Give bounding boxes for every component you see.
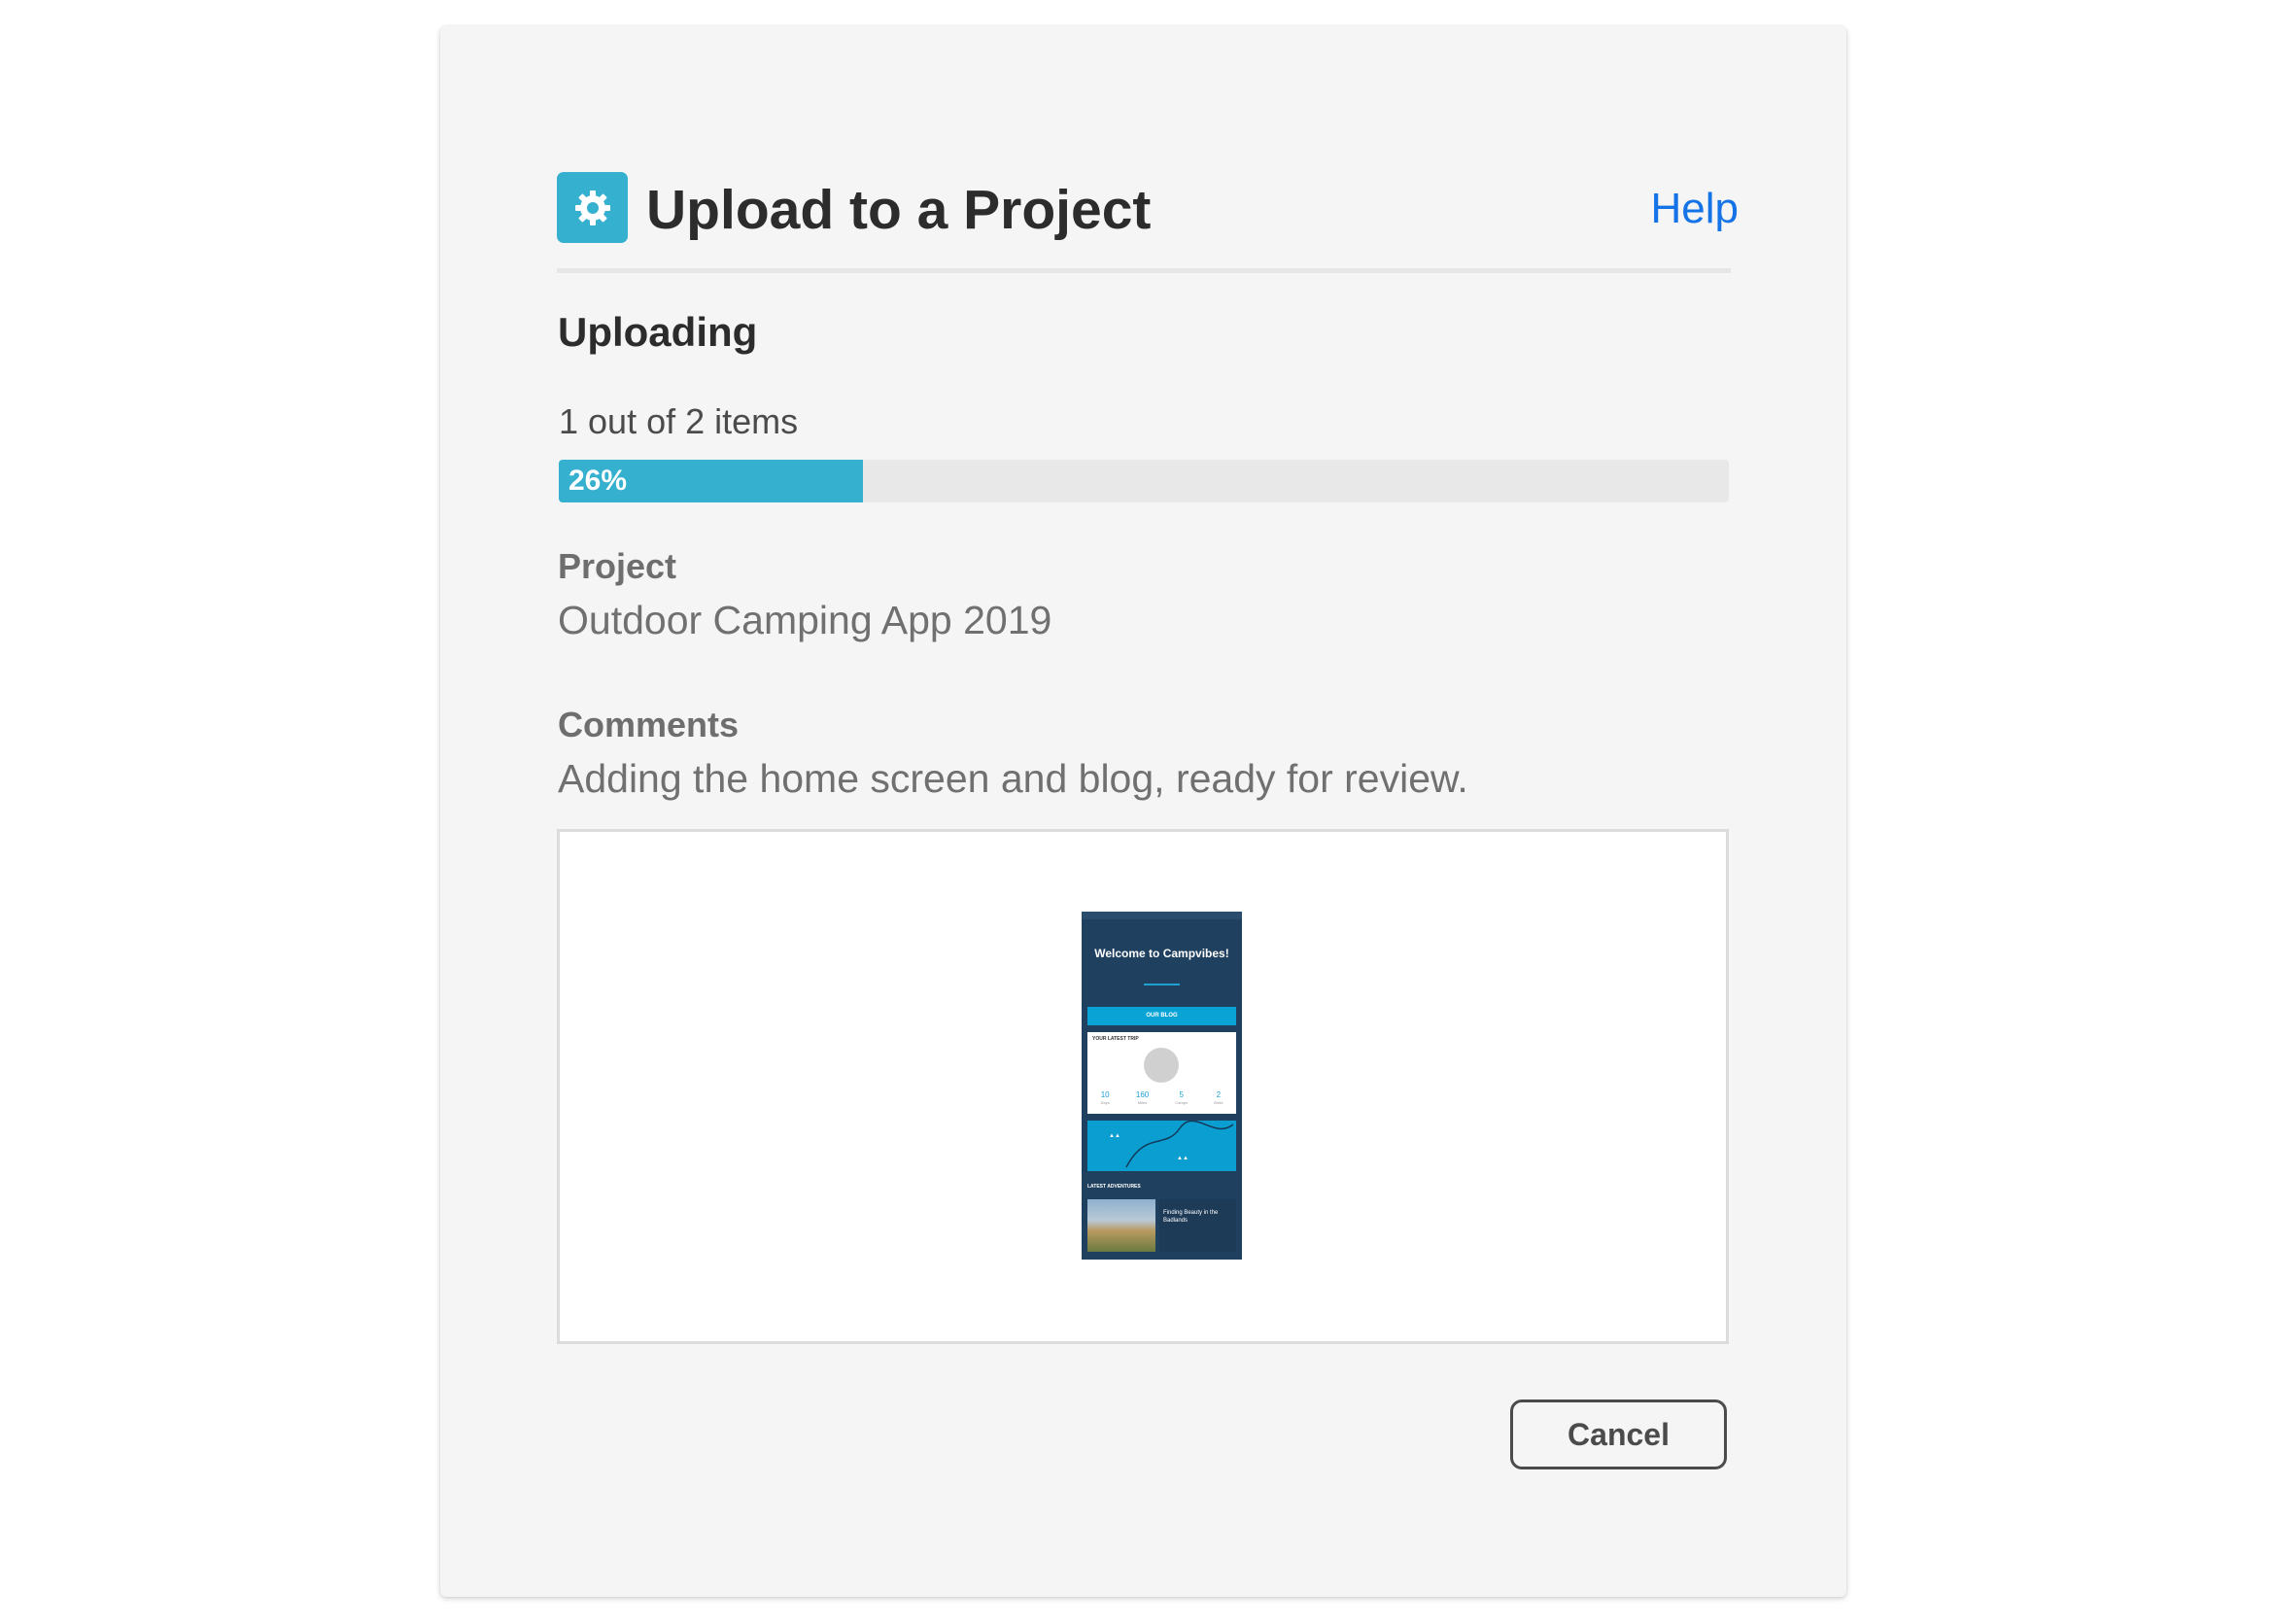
dialog-title: Upload to a Project [646,179,1152,241]
svg-text:▲▲: ▲▲ [1177,1156,1189,1161]
project-label: Project [558,546,677,586]
thumbnail-map: ▲▲ ▲▲ [1087,1120,1236,1171]
thumbnail-stat: 10 Days [1100,1090,1110,1105]
thumbnail-adventure-title: Finding Beauty in the Badlands [1159,1199,1236,1252]
svg-text:▲▲: ▲▲ [1109,1133,1120,1139]
thumbnail-trip-title: YOUR LATEST TRIP [1092,1036,1139,1042]
thumbnail-welcome-text: Welcome to Campvibes! [1094,947,1229,960]
thumbnail-trip-card: YOUR LATEST TRIP 10 Days 160 Miles 5 Camps … [1087,1032,1236,1114]
dialog-header: Upload to a Project Help [557,147,1739,273]
thumbnail-stat: 2 Birds [1214,1090,1223,1105]
uploading-heading: Uploading [558,309,758,355]
thumbnail-trip-stats: 10 Days 160 Miles 5 Camps 2 Birds [1087,1090,1236,1106]
upload-dialog: Upload to a Project Help Uploading 1 out… [440,26,1846,1597]
thumbnail-avatar [1144,1048,1179,1083]
artboard-thumbnail: Welcome to Campvibes! OUR BLOG YOUR LATE… [1082,912,1242,1260]
thumbnail-divider [1144,984,1180,985]
upload-progress-bar: 26% [559,460,1729,502]
thumbnail-adventures-title: LATEST ADVENTURES [1087,1184,1141,1190]
items-progress-text: 1 out of 2 items [559,401,799,441]
thumbnail-blog-button: OUR BLOG [1087,1007,1236,1025]
comments-label: Comments [558,705,740,744]
thumbnail-stat: 160 Miles [1135,1090,1150,1105]
thumbnail-stat: 5 Camps [1175,1090,1189,1105]
project-value: Outdoor Camping App 2019 [558,598,1052,642]
gear-icon [557,172,628,243]
artboard-preview: Welcome to Campvibes! OUR BLOG YOUR LATE… [557,829,1729,1344]
upload-progress-label: 26% [568,465,628,497]
phone-status-bar [1082,912,1242,919]
comments-value: Adding the home screen and blog, ready f… [558,756,1468,801]
help-link[interactable]: Help [1651,184,1740,234]
cancel-button[interactable]: Cancel [1510,1399,1727,1469]
thumbnail-adventure-image [1087,1199,1155,1252]
